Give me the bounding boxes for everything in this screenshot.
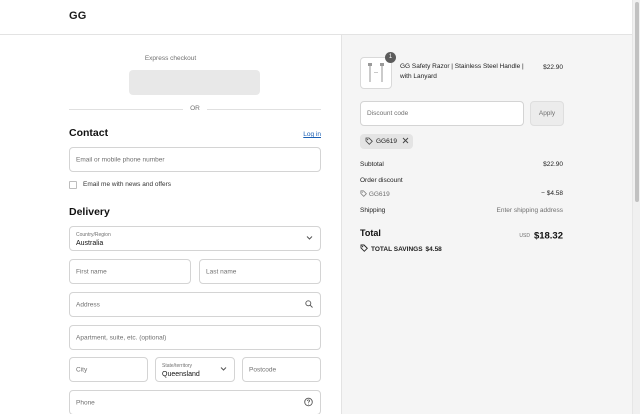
subtotal-label: Subtotal [360,161,384,168]
order-discount-label: Order discount [360,177,403,184]
state-select[interactable]: State/territory Queensland [155,357,235,382]
or-text: OR [190,105,200,112]
discount-code-text: GG619 [368,191,390,198]
last-name-field[interactable]: Last name [199,259,321,284]
applied-discount-code: GG619 [376,138,397,145]
address-field[interactable]: Address [69,292,321,317]
razor-image [368,63,384,82]
discount-code-input[interactable]: Discount code [360,101,524,126]
country-value: Australia [76,240,104,247]
header: GG [0,0,632,35]
postcode-field[interactable]: Postcode [242,357,321,382]
apply-discount-button[interactable]: Apply [530,101,564,126]
total-amount: USD $18.32 [519,227,563,245]
product-price: $22.90 [543,64,563,71]
newsletter-label: Email me with news and offers [83,181,172,188]
phone-field[interactable]: Phone [69,390,321,414]
or-divider: OR [69,105,321,113]
delivery-heading: Delivery [69,206,110,218]
first-name-placeholder: First name [76,268,107,275]
help-icon[interactable] [304,397,313,408]
checkout-form-pane: Express checkout OR Contact Log in Email… [0,35,341,414]
total-savings: TOTAL SAVINGS $4.58 [360,244,442,253]
savings-label: TOTAL SAVINGS [371,246,423,253]
currency-code: USD [519,232,530,239]
express-checkout-label: Express checkout [144,55,197,62]
city-placeholder: City [76,366,88,373]
scrollbar-thumb[interactable] [635,2,639,202]
store-logo[interactable]: GG [69,10,87,22]
apartment-placeholder: Apartment, suite, etc. (optional) [76,334,167,341]
state-value: Queensland [162,371,200,378]
first-name-field[interactable]: First name [69,259,191,284]
shipping-label: Shipping [360,207,386,214]
product-name: GG Safety Razor | Stainless Steel Handle… [400,63,524,80]
discount-placeholder: Discount code [367,110,409,117]
email-field[interactable]: Email or mobile phone number [69,147,321,172]
quantity-badge: 1 [385,52,396,63]
page-scrollbar[interactable] [632,0,640,414]
applied-discount-chip: GG619 [360,134,413,149]
savings-value: $4.58 [425,246,442,253]
email-placeholder: Email or mobile phone number [76,156,165,163]
close-icon[interactable] [402,137,409,146]
postcode-placeholder: Postcode [249,366,277,373]
contact-heading: Contact [69,127,109,139]
country-label: Country/Region [76,232,111,238]
country-select[interactable]: Country/Region Australia [69,226,321,251]
login-link[interactable]: Log in [303,131,321,138]
newsletter-checkbox[interactable] [69,181,77,189]
tag-icon [360,190,367,198]
express-checkout-button[interactable] [129,70,260,95]
tag-icon [365,137,373,147]
search-icon [305,299,313,310]
subtotal-value: $22.90 [543,161,563,168]
state-label: State/territory [162,363,193,369]
order-summary-pane: 1 GG Safety Razor | Stainless Steel Hand… [341,35,632,414]
shipping-value: Enter shipping address [496,207,564,214]
chevron-down-icon [306,235,313,242]
discount-value: − $4.58 [541,190,563,197]
apartment-field[interactable]: Apartment, suite, etc. (optional) [69,325,321,350]
chevron-down-icon [220,366,227,373]
total-label: Total [360,228,381,238]
discount-code-row: GG619 [360,190,390,198]
tag-icon [360,244,368,253]
total-value: $18.32 [533,230,563,242]
address-placeholder: Address [76,301,100,308]
city-field[interactable]: City [69,357,148,382]
phone-placeholder: Phone [76,399,95,406]
last-name-placeholder: Last name [206,268,237,275]
